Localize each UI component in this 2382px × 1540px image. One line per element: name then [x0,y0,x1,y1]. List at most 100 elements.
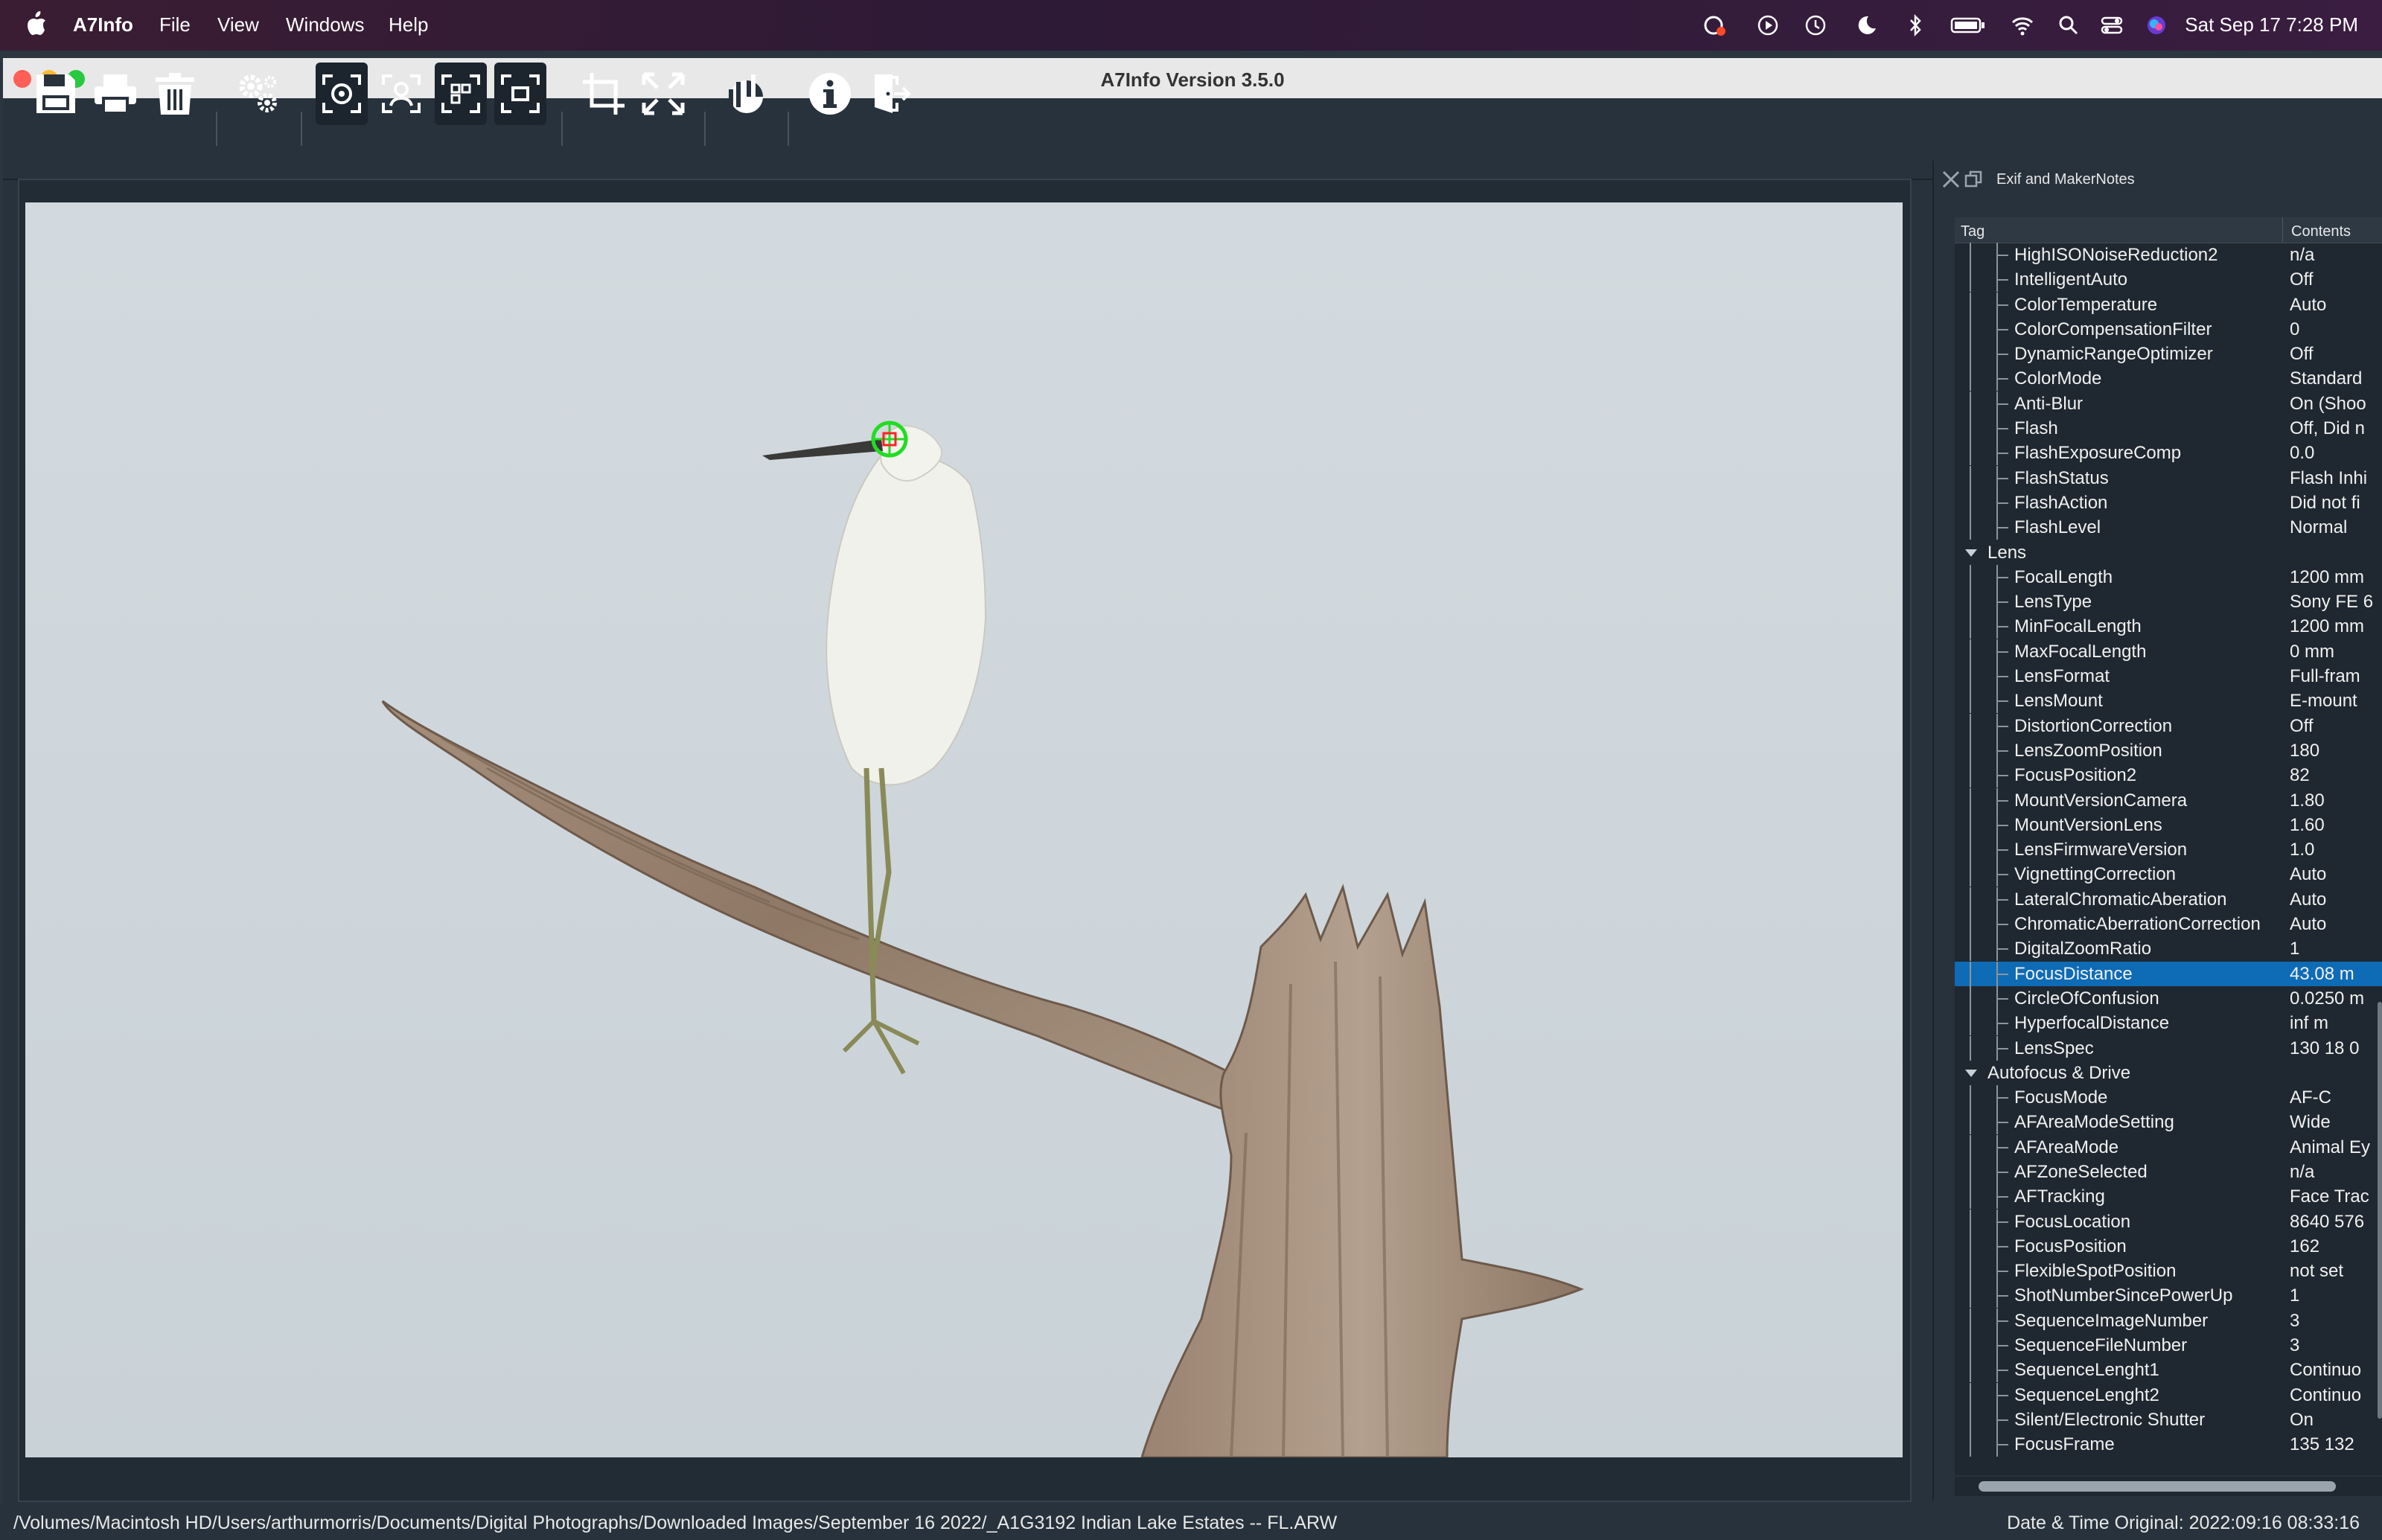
table-row[interactable]: MountVersionLens 1.60 [1955,812,2382,837]
face-detect-button[interactable] [375,63,427,125]
wifi-icon[interactable] [2010,13,2035,37]
fullscreen-button[interactable] [637,63,689,125]
table-row[interactable]: LensMount E-mount [1955,688,2382,714]
exit-button[interactable] [863,63,916,125]
table-row[interactable]: HighISONoiseReduction2 n/a [1955,243,2382,267]
scrollbar-thumb[interactable] [1979,1481,2336,1492]
bluetooth-icon[interactable] [1903,13,1928,37]
col-header-contents[interactable]: Contents [2291,223,2351,240]
column-divider[interactable] [2282,217,2283,243]
print-button[interactable] [89,63,141,125]
focus-area-button[interactable] [435,63,487,125]
table-row[interactable]: FlashExposureComp 0.0 [1955,441,2382,466]
search-icon[interactable] [2056,13,2081,37]
table-row[interactable]: SequenceLenght2 Continuo [1955,1382,2382,1408]
table-row[interactable]: LensType Sony FE 6 [1955,590,2382,615]
table-row[interactable]: FocusPosition 162 [1955,1233,2382,1259]
siri-icon[interactable] [2144,13,2169,37]
exif-table[interactable]: Tag Contents HighISONoiseReduction2 n/a In… [1955,217,2382,1475]
play-icon[interactable] [1755,13,1781,37]
table-row[interactable]: FocusLocation 8640 576 [1955,1209,2382,1234]
table-row[interactable]: MaxFocalLength 0 mm [1955,639,2382,664]
time-machine-icon[interactable] [1803,13,1828,37]
save-button[interactable] [30,63,82,125]
table-row[interactable]: DistortionCorrection Off [1955,713,2382,738]
menu-file[interactable]: File [159,13,191,36]
do-not-disturb-icon[interactable] [1853,13,1879,37]
table-row[interactable]: ColorTemperature Auto [1955,292,2382,317]
table-row[interactable]: Flash Off, Did n [1955,416,2382,441]
battery-icon[interactable] [1950,13,1986,37]
tag-name: DigitalZoomRatio [2014,939,2152,959]
delete-button[interactable] [149,63,201,125]
menu-view[interactable]: View [217,13,259,36]
menu-clock[interactable]: Sat Sep 17 7:28 PM [2185,13,2358,36]
table-row[interactable]: AFTracking Face Trac [1955,1184,2382,1210]
float-panel-icon[interactable] [1964,170,1983,189]
table-row[interactable]: VignettingCorrection Auto [1955,862,2382,887]
col-header-tag[interactable]: Tag [1961,223,1985,240]
table-row[interactable]: SequenceFileNumber 3 [1955,1333,2382,1358]
table-row[interactable]: FlashAction Did not fi [1955,490,2382,515]
table-row[interactable]: FlexibleSpotPosition not set [1955,1259,2382,1284]
table-row[interactable]: CircleOfConfusion 0.0250 m [1955,985,2382,1011]
table-row[interactable]: LensFirmwareVersion 1.0 [1955,837,2382,863]
apple-icon[interactable] [25,10,48,37]
table-row[interactable]: Autofocus & Drive [1955,1061,2382,1085]
expand-triangle-icon[interactable] [1965,549,1977,557]
table-row[interactable]: ColorMode Standard [1955,366,2382,392]
table-row[interactable]: HyperfocalDistance inf m [1955,1011,2382,1036]
table-row[interactable]: MinFocalLength 1200 mm [1955,614,2382,639]
table-row[interactable]: LensFormat Full-fram [1955,664,2382,689]
table-row[interactable]: FlashStatus Flash Inhi [1955,465,2382,491]
table-row[interactable]: LensSpec 130 18 0 [1955,1035,2382,1061]
table-row[interactable]: LateralChromaticAberation Auto [1955,886,2382,912]
table-row[interactable]: FlashLevel Normal [1955,515,2382,540]
table-row[interactable]: SequenceImageNumber 3 [1955,1308,2382,1333]
table-row[interactable]: AFZoneSelected n/a [1955,1159,2382,1184]
table-row[interactable]: FocusMode AF-C [1955,1085,2382,1111]
table-row[interactable]: FocusPosition2 82 [1955,763,2382,788]
table-row[interactable]: FocalLength 1200 mm [1955,564,2382,590]
focus-frame-button[interactable] [494,63,546,125]
control-center-icon[interactable] [2099,13,2124,37]
table-row[interactable]: DigitalZoomRatio 1 [1955,936,2382,962]
table-row[interactable]: Silent/Electronic Shutter On [1955,1407,2382,1432]
tree-branch [1996,391,2013,416]
tag-name: LensSpec [2014,1038,2094,1058]
table-row[interactable]: ChromaticAberrationCorrection Auto [1955,912,2382,937]
menu-help[interactable]: Help [389,13,428,36]
creative-cloud-icon[interactable] [1702,13,1727,37]
photo-preview[interactable] [25,202,1903,1457]
histogram-button[interactable] [721,63,773,125]
tree-guide [1970,664,1986,689]
table-row[interactable]: MountVersionCamera 1.80 [1955,787,2382,813]
table-row[interactable]: DynamicRangeOptimizer Off [1955,342,2382,367]
horizontal-scrollbar[interactable] [1955,1477,2382,1496]
tag-name: HighISONoiseReduction2 [2014,245,2218,265]
tree-branch [1996,664,2013,689]
table-row[interactable]: LensZoomPosition 180 [1955,738,2382,763]
table-row[interactable]: SequenceLenght1 Continuo [1955,1358,2382,1383]
table-row[interactable]: Lens [1955,540,2382,565]
group-label: Autofocus & Drive [1987,1062,2131,1083]
menu-windows[interactable]: Windows [286,13,364,36]
close-icon[interactable] [1941,170,1961,189]
table-row[interactable]: AFAreaModeSetting Wide [1955,1110,2382,1135]
table-row[interactable]: FocusDistance 43.08 m [1955,961,2382,986]
table-row[interactable]: FocusFrame 135 132 [1955,1432,2382,1457]
table-row[interactable]: IntelligentAuto Off [1955,267,2382,293]
table-row[interactable]: ColorCompensationFilter 0 [1955,316,2382,342]
info-button[interactable] [804,63,856,125]
table-row[interactable]: AFAreaMode Animal Ey [1955,1134,2382,1160]
crop-button[interactable] [578,63,630,125]
expand-triangle-icon[interactable] [1965,1069,1977,1077]
vertical-scrollbar-thumb[interactable] [2378,1002,2382,1419]
table-row[interactable]: Anti-Blur On (Shoo [1955,391,2382,416]
focus-point-button[interactable] [316,63,368,125]
settings-button[interactable] [232,63,284,125]
table-row[interactable]: ShotNumberSincePowerUp 1 [1955,1283,2382,1309]
exif-panel-header: Exif and MakerNotes [1934,161,2382,198]
image-viewer[interactable] [18,179,1912,1502]
menu-app-name[interactable]: A7Info [73,13,133,36]
